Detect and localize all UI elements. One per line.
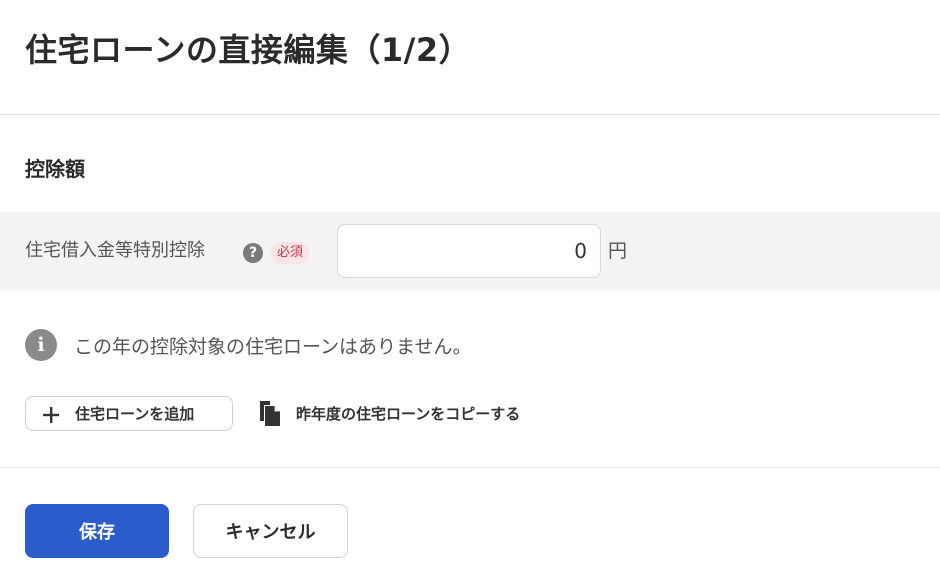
yen-unit-label: 円 bbox=[608, 240, 628, 262]
footer-divider bbox=[0, 467, 940, 468]
info-message-text: この年の控除対象の住宅ローンはありません。 bbox=[74, 335, 472, 358]
document-copy-icon bbox=[258, 399, 282, 427]
copy-last-year-loan-label: 昨年度の住宅ローンをコピーする bbox=[296, 404, 521, 423]
section-heading-deduction: 控除額 bbox=[25, 157, 85, 181]
add-housing-loan-label: 住宅ローンを追加 bbox=[75, 405, 195, 423]
plus-icon bbox=[40, 403, 62, 425]
copy-last-year-loan-button[interactable]: 昨年度の住宅ローンをコピーする bbox=[258, 398, 520, 428]
info-message: i この年の控除対象の住宅ローンはありません。 bbox=[25, 329, 471, 361]
edit-housing-loan-dialog: 住宅ローンの直接編集（1/2） 控除額 住宅借入金等特別控除 ? 必須 円 i … bbox=[0, 0, 940, 583]
required-badge: 必須 bbox=[271, 242, 310, 264]
add-housing-loan-button[interactable]: 住宅ローンを追加 bbox=[25, 396, 233, 431]
page-title: 住宅ローンの直接編集（1/2） bbox=[25, 31, 472, 69]
info-circle-icon: i bbox=[25, 329, 57, 361]
cancel-button[interactable]: キャンセル bbox=[193, 504, 348, 558]
question-circle-icon[interactable]: ? bbox=[243, 243, 263, 263]
dialog-header: 住宅ローンの直接編集（1/2） bbox=[0, 0, 940, 115]
deduction-amount-input[interactable] bbox=[337, 224, 601, 278]
deduction-field-label: 住宅借入金等特別控除 bbox=[25, 240, 205, 261]
save-button[interactable]: 保存 bbox=[25, 504, 169, 558]
deduction-field-row: 住宅借入金等特別控除 ? 必須 円 bbox=[0, 212, 940, 290]
